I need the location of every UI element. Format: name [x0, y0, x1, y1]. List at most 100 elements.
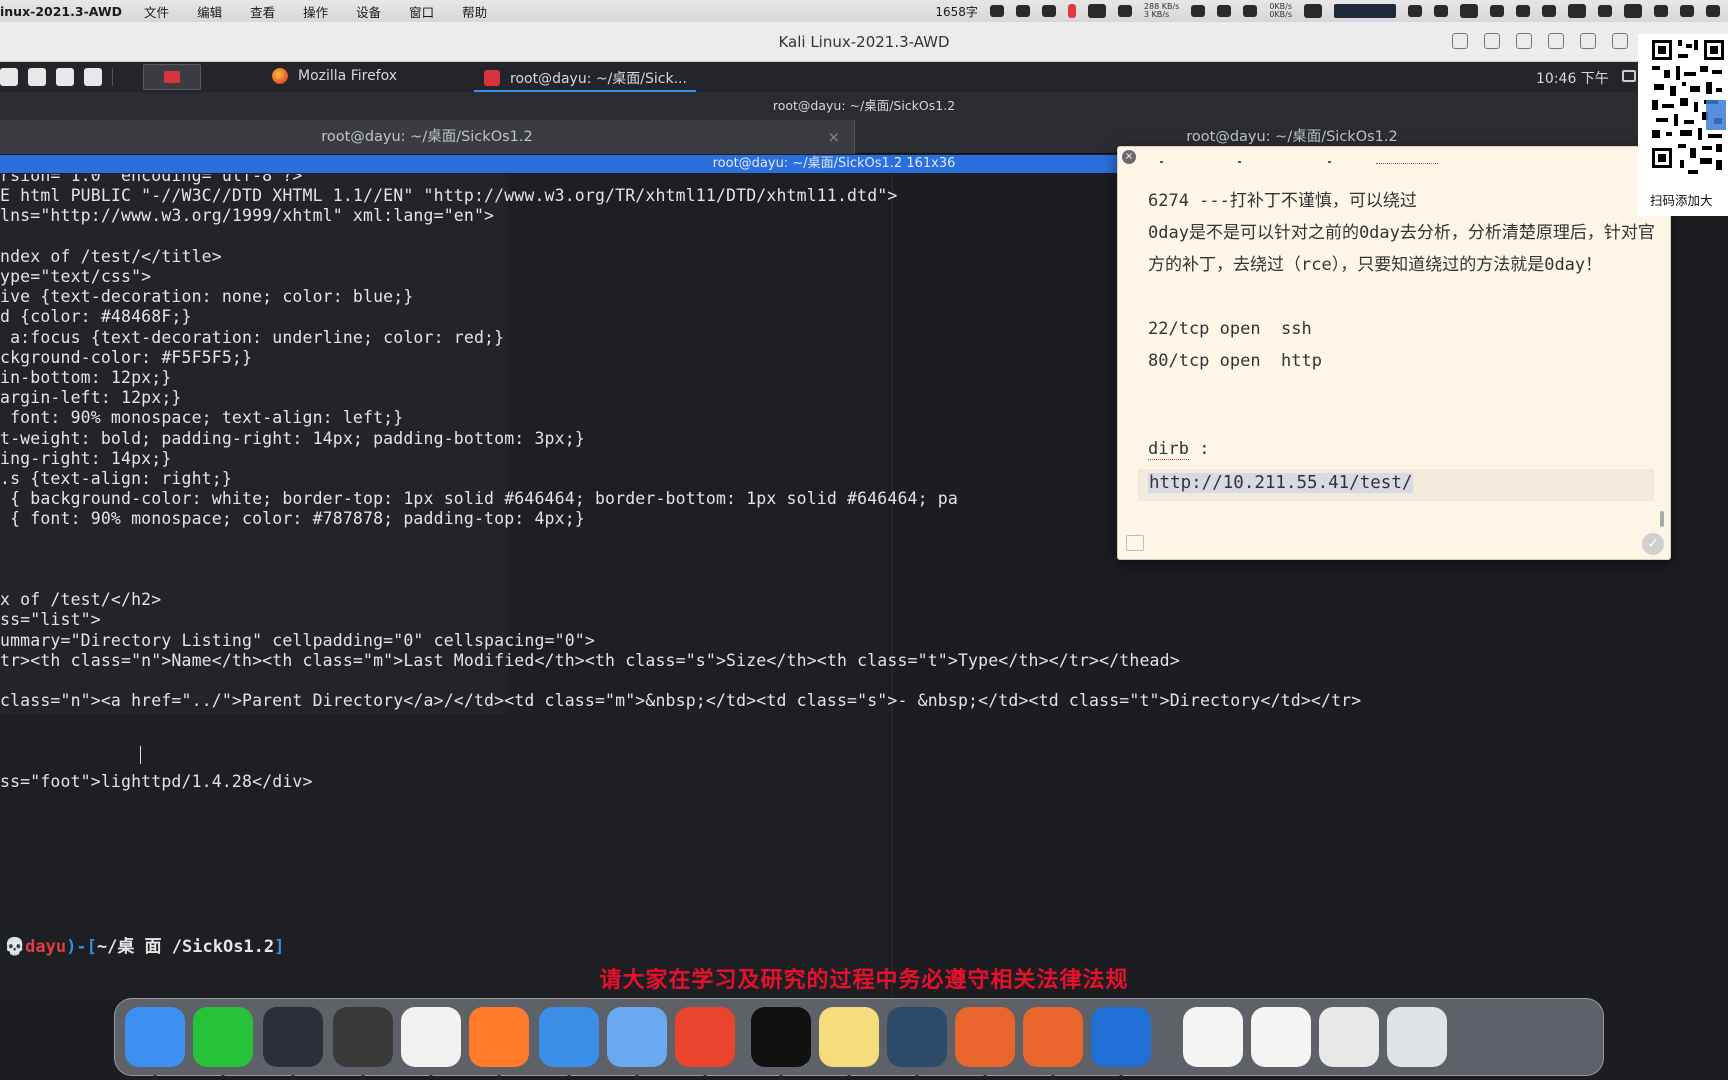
terminal-line: ckground-color: #F5F5F5;}: [0, 347, 253, 367]
running-indicator: [153, 1075, 157, 1079]
panel-clock[interactable]: 10:46 下午: [1536, 68, 1609, 88]
terminal-line: in-bottom: 12px;}: [0, 368, 172, 387]
layout-icon[interactable]: [1490, 5, 1504, 17]
volume-icon[interactable]: [1612, 33, 1628, 49]
terminal-line: { background-color: white; border-top: 1…: [0, 489, 958, 509]
menu-action[interactable]: 操作: [289, 2, 342, 21]
wechat-icon[interactable]: [193, 1007, 253, 1079]
doc-window-icon-1[interactable]: [1183, 1007, 1243, 1067]
doc-window-icon-3[interactable]: [1319, 1007, 1379, 1067]
script-icon[interactable]: [1680, 5, 1694, 17]
terminal-line: ing-right: 14px;}: [0, 448, 172, 468]
battery-icon[interactable]: [1568, 4, 1586, 18]
menubar-app-name[interactable]: inux-2021.3-AWD: [0, 4, 130, 19]
terminal-tab-1[interactable]: root@dayu: ~/桌面/SickOs1.2 ×: [0, 120, 855, 154]
running-indicator: [635, 1075, 639, 1079]
bluetooth-icon[interactable]: [1542, 5, 1556, 17]
terminal-line: ummary="Directory Listing" cellpadding="…: [0, 630, 595, 650]
input-method-icon[interactable]: [989, 5, 1004, 17]
running-indicator: [1051, 1075, 1055, 1079]
terminal-line: ndex of /test/</title>: [0, 246, 222, 266]
camera-off-icon[interactable]: [1548, 33, 1564, 49]
terminal-launcher-icon[interactable]: [84, 68, 102, 86]
pause-icon[interactable]: [1067, 4, 1076, 18]
note-scrollbar[interactable]: [1660, 511, 1664, 527]
info-icon[interactable]: [1117, 5, 1132, 17]
menu-view[interactable]: 查看: [236, 2, 289, 21]
keyboard-toolbar-icon[interactable]: [1452, 33, 1468, 49]
firefox-task-icon: [272, 68, 288, 84]
wifi-icon[interactable]: [1654, 5, 1668, 17]
menubar-status-area: 1658字 288 KB/s 3 KB/s 0KB/s 0KB/s: [935, 0, 1728, 22]
trash-icon[interactable]: [1387, 1007, 1447, 1067]
running-indicator: [983, 1075, 987, 1079]
user-icon[interactable]: [1598, 5, 1612, 17]
terminal-icon[interactable]: [751, 1007, 811, 1079]
workspace-switcher[interactable]: [143, 64, 201, 90]
taskbar-firefox-label: Mozilla Firefox: [298, 68, 398, 84]
file-manager-icon[interactable]: [28, 68, 46, 86]
control-center-icon[interactable]: [1706, 5, 1720, 17]
snapshot-icon[interactable]: [1484, 33, 1500, 49]
menu-window[interactable]: 窗口: [395, 2, 448, 21]
wordcount-status[interactable]: 1658字: [935, 3, 978, 20]
memory-icon[interactable]: [1408, 5, 1422, 17]
xmind-icon[interactable]: [675, 1007, 735, 1079]
sticky-note[interactable]: × 6274 ---打补丁不谨慎，可以绕过 0day是不是可以针对之前的0day…: [1117, 146, 1671, 560]
ubuntu2-icon[interactable]: [1023, 1007, 1083, 1079]
menu-file[interactable]: 文件: [130, 2, 183, 21]
doc-window-icon-2[interactable]: [1251, 1007, 1311, 1067]
prompt-separator: )-[: [66, 937, 97, 957]
expand-icon[interactable]: [1126, 535, 1144, 551]
keyboard-icon[interactable]: [1624, 4, 1642, 18]
taskbar-terminal[interactable]: root@dayu: ~/桌面/Sick...: [484, 68, 687, 88]
display-icon[interactable]: [1304, 4, 1322, 18]
note-dirb-label: dirb: [1148, 439, 1189, 460]
terminal-line: a:focus {text-decoration: underline; col…: [0, 327, 505, 347]
notes-icon[interactable]: [819, 1007, 879, 1079]
cpu-meter[interactable]: [1334, 4, 1396, 18]
finder-icon[interactable]: [125, 1007, 185, 1079]
usb-icon[interactable]: [1516, 33, 1532, 49]
note-line: 22/tcp open ssh: [1148, 319, 1312, 339]
clipboard-icon[interactable]: [1041, 5, 1056, 17]
parallels-icon[interactable]: [539, 1007, 599, 1079]
ubuntu-icon[interactable]: [955, 1007, 1015, 1079]
firefox-icon[interactable]: [469, 1007, 529, 1079]
network-speed-2: 0KB/s 0KB/s: [1269, 3, 1292, 19]
menu-help[interactable]: 帮助: [448, 2, 501, 21]
browser-launcher-icon[interactable]: [56, 68, 74, 86]
note-url[interactable]: http://10.211.55.41/test/: [1148, 473, 1414, 493]
chrome-icon[interactable]: [401, 1007, 461, 1079]
check-icon[interactable]: ✓: [1642, 533, 1664, 555]
close-icon[interactable]: ×: [827, 120, 840, 154]
sublime-text-icon[interactable]: [333, 1007, 393, 1079]
running-indicator: [429, 1075, 433, 1079]
taskbar-firefox[interactable]: Mozilla Firefox: [272, 68, 397, 84]
panel-launchers: [0, 68, 113, 86]
menu-edit[interactable]: 编辑: [183, 2, 236, 21]
activity-monitor-icon[interactable]: [263, 1007, 323, 1079]
face-icon[interactable]: [1217, 5, 1232, 17]
note-body[interactable]: 6274 ---打补丁不谨慎，可以绕过 0day是不是可以针对之前的0day去分…: [1148, 185, 1658, 377]
vm-screen-icon[interactable]: [607, 1007, 667, 1079]
qr-code-icon: [1650, 36, 1726, 186]
gmail-icon[interactable]: [1516, 5, 1530, 17]
menu-devices[interactable]: 设备: [342, 2, 395, 21]
wireshark-icon[interactable]: [1091, 1007, 1151, 1079]
taskbar-terminal-label: root@dayu: ~/桌面/Sick...: [510, 71, 687, 87]
note-close-icon[interactable]: ×: [1122, 150, 1136, 164]
tray-window-icon[interactable]: [1622, 70, 1636, 82]
disk-icon[interactable]: [1434, 5, 1448, 17]
terminal-line: { font: 90% monospace; color: #787878; p…: [0, 509, 585, 529]
terminal-line: ype="text/css">: [0, 267, 152, 286]
network-globe-icon[interactable]: [1580, 33, 1596, 49]
grid-icon[interactable]: [1015, 5, 1030, 17]
kali-icon[interactable]: [887, 1007, 947, 1079]
show-desktop-icon[interactable]: [0, 68, 18, 86]
wechat-menubar-icon[interactable]: [1460, 4, 1478, 18]
xcode-icon[interactable]: [1191, 5, 1206, 17]
cloud-icon[interactable]: [1087, 4, 1106, 18]
running-indicator: [567, 1075, 571, 1079]
bell-icon[interactable]: [1243, 5, 1258, 17]
